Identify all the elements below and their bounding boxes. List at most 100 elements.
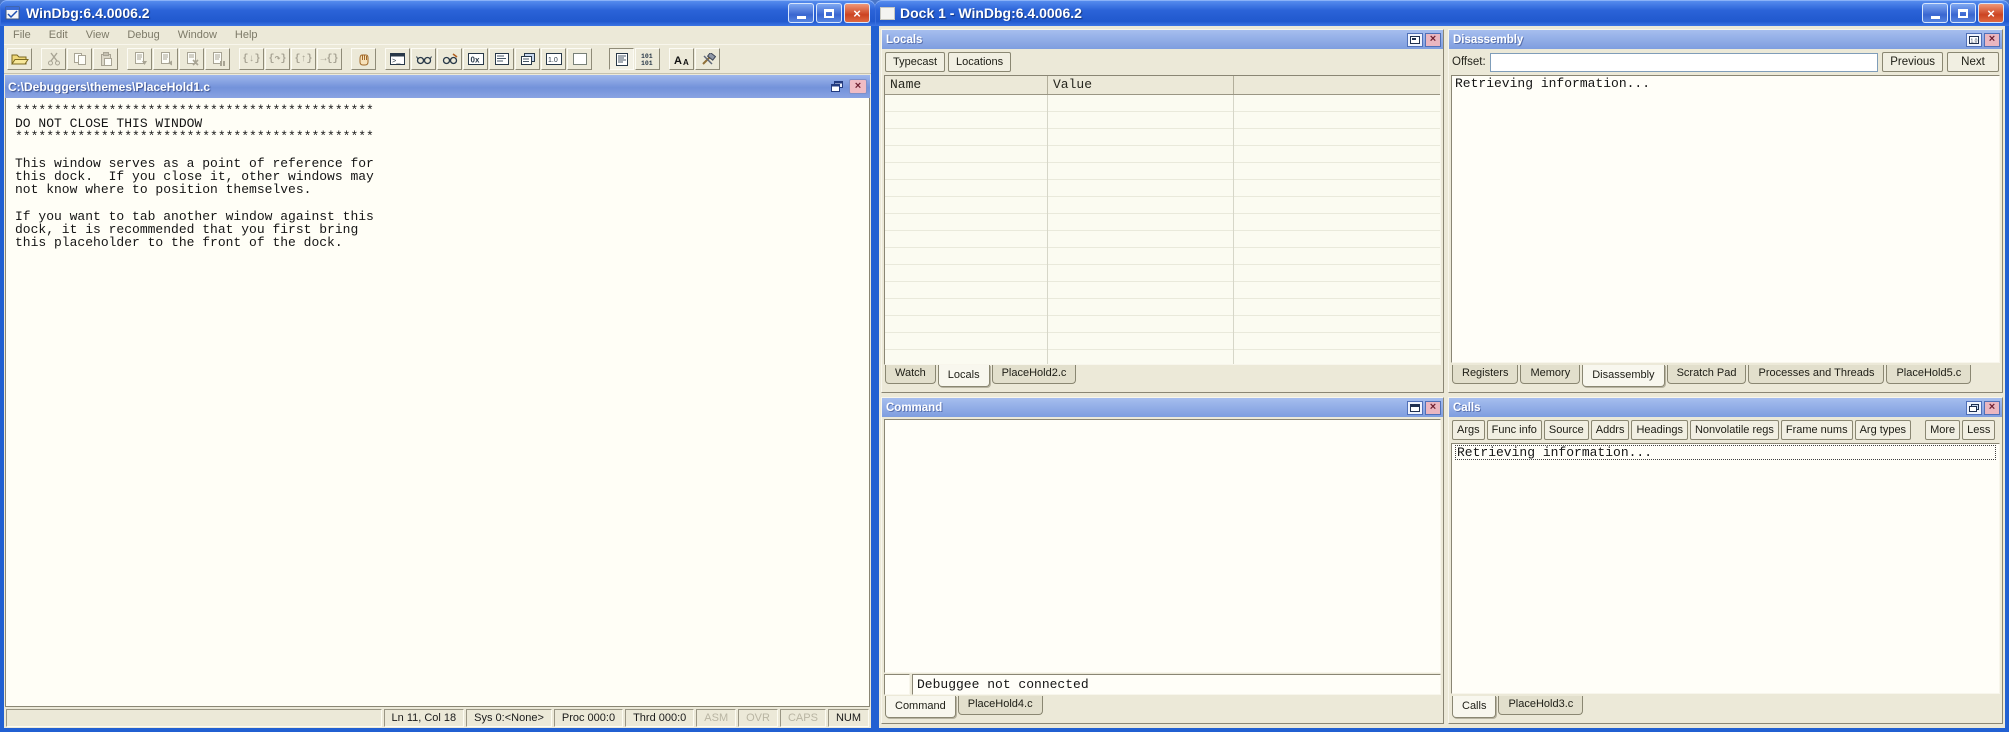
command-window-menu-icon[interactable]: [1407, 400, 1423, 415]
disassembly-close-icon[interactable]: ×: [1984, 32, 2000, 47]
typecast-button[interactable]: Typecast: [885, 52, 946, 72]
source-editor[interactable]: ****************************************…: [5, 98, 870, 707]
addrs-button[interactable]: Addrs: [1590, 420, 1630, 440]
locations-button[interactable]: Locations: [948, 52, 1012, 72]
menu-edit[interactable]: Edit: [40, 27, 77, 43]
disassembly-content[interactable]: Retrieving information...: [1451, 75, 2000, 363]
tab-processes-threads[interactable]: Processes and Threads: [1748, 365, 1885, 384]
run-to-cursor-icon[interactable]: →{}: [317, 48, 342, 70]
calls-title: Calls: [1453, 401, 1481, 414]
locals-grid-body[interactable]: [885, 95, 1440, 364]
calls-close-icon[interactable]: ×: [1984, 400, 2000, 415]
tab-placehold5[interactable]: PlaceHold5.c: [1886, 365, 1972, 384]
status-caps: CAPS: [779, 709, 826, 727]
previous-button[interactable]: Previous: [1882, 52, 1943, 72]
minimize-button[interactable]: [788, 3, 814, 23]
locals-window-icon[interactable]: [437, 48, 462, 70]
dock1-close-button[interactable]: ×: [1978, 3, 2004, 23]
command-caption[interactable]: Command ×: [882, 398, 1443, 417]
menu-file[interactable]: File: [4, 27, 40, 43]
headings-button[interactable]: Headings: [1631, 420, 1688, 440]
more-button[interactable]: More: [1925, 420, 1961, 440]
memory-101-icon[interactable]: 101 101: [635, 48, 660, 70]
copy-icon[interactable]: [67, 48, 92, 70]
tab-disassembly[interactable]: Disassembly: [1582, 365, 1665, 387]
disassembly-window-menu-icon[interactable]: 1.0: [1966, 32, 1982, 47]
memory-window-icon[interactable]: 0x: [463, 48, 488, 70]
float-registers-window-icon[interactable]: 1.0: [541, 48, 566, 70]
command-close-icon[interactable]: ×: [1425, 400, 1441, 415]
nonvolatile-regs-button[interactable]: Nonvolatile regs: [1689, 420, 1779, 440]
tab-locals[interactable]: Locals: [937, 365, 990, 387]
locals-caption[interactable]: Locals ×: [882, 30, 1443, 49]
column-header-value[interactable]: Value: [1048, 76, 1234, 94]
scratch-pad-window-icon[interactable]: [567, 48, 592, 70]
args-button[interactable]: Args: [1452, 420, 1485, 440]
paste-icon[interactable]: [93, 48, 118, 70]
step-into-icon[interactable]: {↓}: [239, 48, 264, 70]
locals-window-menu-icon[interactable]: [1407, 32, 1423, 47]
column-header-name[interactable]: Name: [885, 76, 1048, 94]
calls-window-menu-icon[interactable]: [1966, 400, 1982, 415]
menu-debug[interactable]: Debug: [118, 27, 168, 43]
tab-memory[interactable]: Memory: [1520, 365, 1581, 384]
svg-text:1.0: 1.0: [1971, 38, 1978, 44]
command-prompt-box[interactable]: [884, 674, 910, 695]
calls-caption[interactable]: Calls ×: [1449, 398, 2002, 417]
column-header-blank[interactable]: [1234, 76, 1440, 94]
tab-registers[interactable]: Registers: [1452, 365, 1519, 384]
next-button[interactable]: Next: [1947, 52, 1999, 72]
tab-placehold3[interactable]: PlaceHold3.c: [1498, 696, 1584, 715]
dock1-titlebar[interactable]: Dock 1 - WinDbg:6.4.0006.2 ×: [875, 0, 2009, 26]
svg-text:0x: 0x: [470, 56, 479, 65]
disassembly-caption[interactable]: Disassembly 1.0 ×: [1449, 30, 2002, 49]
document-close-button[interactable]: ×: [849, 79, 867, 94]
break-icon[interactable]: [205, 48, 230, 70]
command-window-icon[interactable]: >_: [385, 48, 410, 70]
main-titlebar[interactable]: WinDbg:6.4.0006.2 ×: [0, 0, 875, 26]
watch-window-icon[interactable]: [411, 48, 436, 70]
source-button[interactable]: Source: [1543, 420, 1589, 440]
tab-placehold4[interactable]: PlaceHold4.c: [957, 696, 1043, 715]
dock1-maximize-button[interactable]: [1950, 3, 1976, 23]
call-stack-window-icon[interactable]: [515, 48, 540, 70]
menu-view[interactable]: View: [77, 27, 119, 43]
tab-scratch-pad[interactable]: Scratch Pad: [1666, 365, 1747, 384]
font-icon[interactable]: AA: [669, 48, 694, 70]
tab-watch[interactable]: Watch: [885, 365, 936, 384]
registers-window-icon[interactable]: [489, 48, 514, 70]
menu-window[interactable]: Window: [169, 27, 226, 43]
step-out-icon[interactable]: {↑}: [291, 48, 316, 70]
maximize-button[interactable]: [816, 3, 842, 23]
locals-close-icon[interactable]: ×: [1425, 32, 1441, 47]
tab-command[interactable]: Command: [885, 696, 956, 718]
toolbar: {↓} {↷} {↑} →{} >_ 0x 1.0 101 101 AA: [4, 45, 871, 74]
less-button[interactable]: Less: [1962, 420, 1996, 440]
menu-help[interactable]: Help: [226, 27, 267, 43]
document-titlebar[interactable]: C:\Debuggers\themes\PlaceHold1.c ×: [5, 75, 870, 98]
breakpoint-hand-icon[interactable]: [351, 48, 376, 70]
source-mode-icon[interactable]: [609, 48, 634, 70]
arg-types-button[interactable]: Arg types: [1854, 420, 1912, 440]
calls-content[interactable]: Retrieving information...: [1451, 443, 2000, 694]
calls-selected-row[interactable]: Retrieving information...: [1455, 445, 1996, 461]
options-icon[interactable]: [695, 48, 720, 70]
tab-placehold2[interactable]: PlaceHold2.c: [991, 365, 1077, 384]
stop-debugging-icon[interactable]: [179, 48, 204, 70]
close-button[interactable]: ×: [844, 3, 870, 23]
func-info-button[interactable]: Func info: [1486, 420, 1542, 440]
command-input[interactable]: Debuggee not connected: [912, 674, 1441, 695]
frame-nums-button[interactable]: Frame nums: [1780, 420, 1853, 440]
tab-calls[interactable]: Calls: [1452, 696, 1497, 718]
command-output[interactable]: [884, 419, 1441, 673]
open-source-file-icon[interactable]: [7, 48, 32, 70]
go-icon[interactable]: [127, 48, 152, 70]
offset-input[interactable]: [1489, 52, 1879, 72]
dock1-app-icon: [880, 6, 895, 20]
restart-icon[interactable]: [153, 48, 178, 70]
document-restore-button[interactable]: [828, 79, 846, 94]
step-over-icon[interactable]: {↷}: [265, 48, 290, 70]
locals-grid[interactable]: Name Value: [884, 75, 1441, 365]
dock1-minimize-button[interactable]: [1922, 3, 1948, 23]
cut-icon[interactable]: [41, 48, 66, 70]
